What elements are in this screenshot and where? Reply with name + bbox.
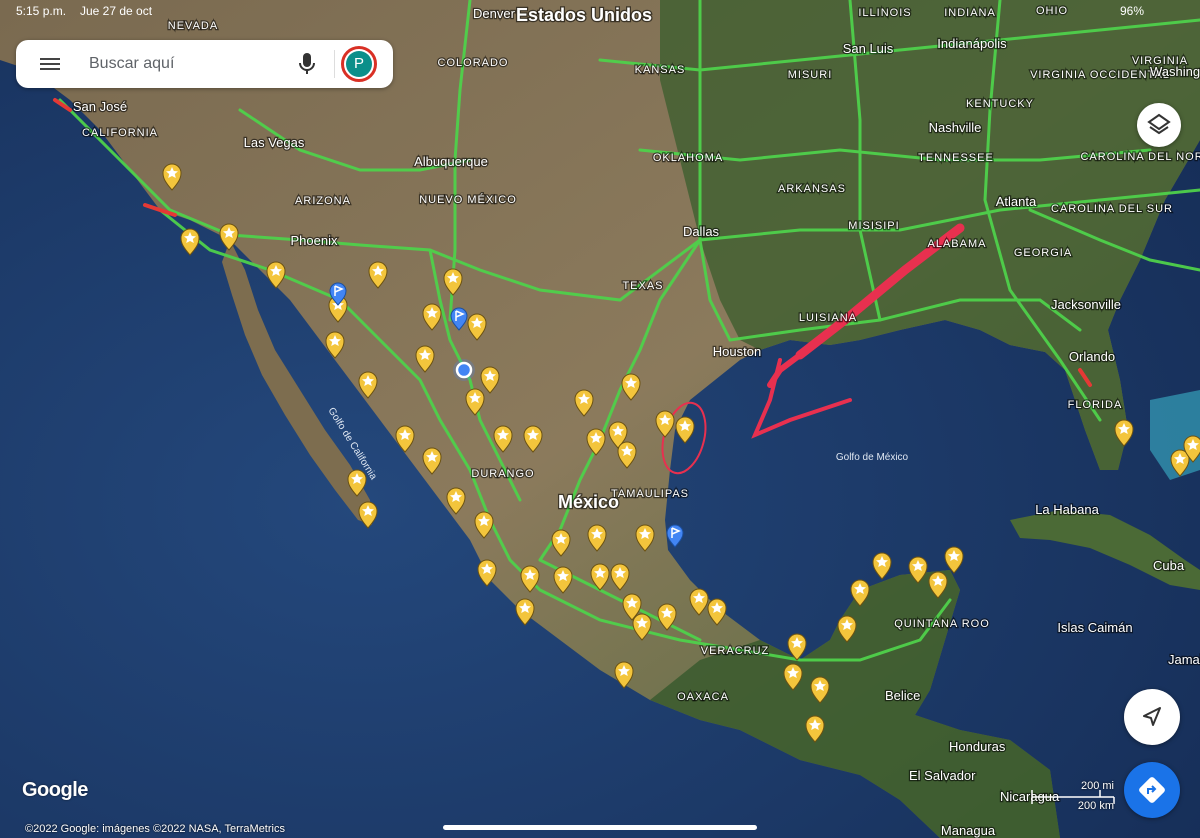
country-label: Belice (885, 688, 920, 703)
country-label: El Salvador (909, 768, 976, 783)
city-label: Houston (713, 344, 761, 359)
home-indicator[interactable] (443, 825, 757, 830)
map-attribution[interactable]: ©2022 Google: imágenes ©2022 NASA, Terra… (25, 823, 285, 835)
state-label: ALABAMA (928, 238, 987, 250)
state-label: LUISIANA (799, 312, 857, 324)
state-label: OAXACA (677, 691, 729, 703)
state-label: VIRGINIA OCCIDENTAL (1030, 69, 1170, 81)
country-label: Cuba (1153, 558, 1185, 573)
city-label: La Habana (1035, 502, 1099, 517)
state-label: CAROLINA DEL SUR (1051, 203, 1173, 215)
layers-icon (1147, 113, 1171, 135)
directions-button[interactable] (1124, 762, 1180, 818)
city-label: Las Vegas (244, 135, 305, 150)
state-label: FLORIDA (1068, 399, 1123, 411)
state-label: COLORADO (438, 57, 509, 69)
city-label: Jacksonville (1051, 297, 1121, 312)
state-label: DURANGO (471, 468, 534, 480)
state-label: TAMAULIPAS (611, 488, 689, 500)
state-label: ARIZONA (295, 195, 351, 207)
country-label: Estados Unidos (516, 5, 652, 25)
scale-km: 200 km (1077, 800, 1114, 812)
avatar-letter: P (346, 51, 372, 77)
locate-button[interactable] (1124, 689, 1180, 745)
water-label: Golfo de México (836, 452, 909, 463)
state-label: CAROLINA DEL NORTE (1080, 151, 1200, 163)
directions-icon (1139, 777, 1165, 803)
state-label: KENTUCKY (966, 98, 1034, 110)
blue-dot-icon (453, 359, 475, 381)
search-divider (334, 50, 335, 78)
city-label: San José (73, 99, 127, 114)
country-label: Honduras (949, 739, 1006, 754)
layers-button[interactable] (1137, 103, 1181, 147)
search-bar[interactable]: Buscar aquí P (16, 40, 393, 88)
city-label: Nashville (929, 120, 982, 135)
search-input[interactable]: Buscar aquí (89, 55, 174, 73)
satellite-map[interactable]: Estados Unidos México Belice Honduras El… (0, 0, 1200, 838)
city-label: Managua (941, 823, 996, 838)
state-label: QUINTANA ROO (894, 618, 990, 630)
avatar[interactable]: P (341, 46, 377, 82)
city-label: Albuquerque (414, 154, 488, 169)
city-label: Dallas (683, 224, 720, 239)
state-label: VERACRUZ (701, 645, 770, 657)
status-battery: 96% (1120, 4, 1145, 18)
status-date: Jue 27 de oct (80, 4, 153, 18)
city-label: Washington (1150, 64, 1200, 79)
city-label: Atlanta (996, 194, 1037, 209)
navigation-arrow-icon (1143, 707, 1161, 726)
city-label: Jamaica (1168, 652, 1200, 667)
state-label: ILLINOIS (858, 7, 911, 19)
scale-bar: 200 mi 200 km (1030, 780, 1120, 816)
state-label: TEXAS (622, 280, 663, 292)
city-label: Phoenix (291, 233, 338, 248)
microphone-icon[interactable] (297, 52, 317, 76)
city-label: Denver (473, 6, 516, 21)
state-label: INDIANA (944, 7, 996, 19)
state-label: OHIO (1036, 5, 1068, 17)
state-label: NEVADA (168, 20, 218, 32)
google-logo: Google (22, 779, 88, 801)
state-label: MISURI (788, 69, 833, 81)
city-label: San Luis (843, 41, 894, 56)
state-label: TENNESSEE (918, 152, 994, 164)
state-label: MISISIPI (848, 220, 899, 232)
state-label: ARKANSAS (778, 183, 846, 195)
city-label: Islas Caimán (1057, 620, 1132, 635)
state-label: OKLAHOMA (653, 152, 723, 164)
status-time: 5:15 p.m. (16, 4, 67, 18)
state-label: KANSAS (635, 64, 686, 76)
country-label: México (558, 492, 619, 512)
state-label: GEORGIA (1014, 247, 1072, 259)
city-label: Indianápolis (937, 36, 1007, 51)
city-label: Orlando (1069, 349, 1115, 364)
menu-icon[interactable] (40, 55, 60, 73)
state-label: NUEVO MÉXICO (419, 193, 517, 206)
state-label: CALIFORNIA (82, 127, 158, 139)
